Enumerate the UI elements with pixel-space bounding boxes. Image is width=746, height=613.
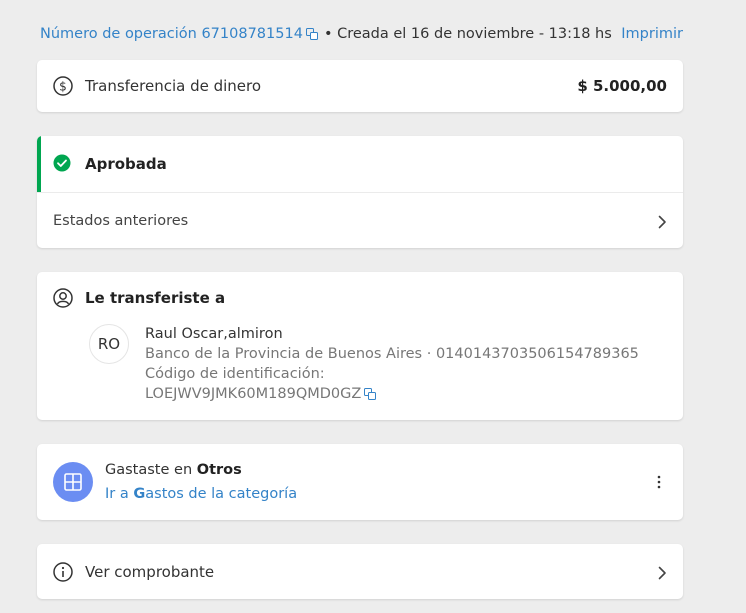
status-current-row: Aprobada <box>37 136 683 192</box>
recipient-id-row: LOEJWV9JMK60M189QMD0GZ <box>145 384 377 404</box>
category-row: Gastaste en Otros Ir a Gastos de la cate… <box>37 444 683 520</box>
chevron-right-icon <box>657 214 667 228</box>
spent-prefix: Gastaste en <box>105 462 197 478</box>
copy-icon[interactable] <box>305 28 318 40</box>
dollar-icon: $ <box>53 76 73 96</box>
spent-category-line: Gastaste en Otros <box>105 458 297 482</box>
previous-states-row[interactable]: Estados anteriores <box>37 193 683 248</box>
link-rest: astos de la categoría <box>145 486 298 502</box>
status-card: Aprobada Estados anteriores <box>37 136 683 248</box>
summary-card: $ Transferencia de dinero $ 5.000,00 <box>37 60 683 112</box>
recipient-id-code: LOEJWV9JMK60M189QMD0GZ <box>145 386 362 402</box>
copy-icon[interactable] <box>364 388 377 400</box>
created-date: • Creada el 16 de noviembre - 13:18 hs <box>323 26 612 42</box>
link-prefix: Ir a <box>105 486 134 502</box>
previous-states-label: Estados anteriores <box>53 212 189 229</box>
operation-header: Número de operación 67108781514 • Creada… <box>40 24 683 44</box>
category-text: Gastaste en Otros Ir a Gastos de la cate… <box>105 458 297 506</box>
recipient-heading: Le transferiste a <box>85 289 226 307</box>
info-icon <box>53 561 73 582</box>
recipient-heading-row: Le transferiste a <box>37 288 683 308</box>
status-label: Aprobada <box>85 155 167 173</box>
svg-text:$: $ <box>59 80 67 94</box>
transaction-amount: $ 5.000,00 <box>577 77 667 95</box>
view-receipt-label: Ver comprobante <box>85 562 215 581</box>
recipient-details: Raul Oscar,almiron Banco de la Provincia… <box>145 324 639 404</box>
category-grid-icon <box>53 462 93 502</box>
operation-detail-page: Número de operación 67108781514 • Creada… <box>0 0 746 613</box>
recipient-id-label: Código de identificación: <box>145 366 325 382</box>
view-receipt-row[interactable]: Ver comprobante <box>37 544 683 599</box>
link-bold-letter: G <box>133 486 146 502</box>
recipient-bank: Banco de la Provincia de Buenos Aires · … <box>145 346 639 362</box>
spent-category: Otros <box>196 462 242 478</box>
user-icon <box>53 288 73 308</box>
receipt-card: Ver comprobante <box>37 544 683 599</box>
category-card: Gastaste en Otros Ir a Gastos de la cate… <box>37 444 683 520</box>
summary-row: $ Transferencia de dinero $ 5.000,00 <box>37 60 683 112</box>
check-circle-icon <box>53 154 73 174</box>
operation-number-link[interactable]: Número de operación 67108781514 <box>40 26 318 42</box>
recipient-name: Raul Oscar,almiron <box>145 326 283 342</box>
operation-number-label: Número de operación 67108781514 <box>40 26 303 42</box>
transaction-type: Transferencia de dinero <box>85 77 262 95</box>
print-button[interactable]: Imprimir <box>621 26 683 42</box>
category-expenses-link[interactable]: Ir a Gastos de la categoría <box>105 482 297 506</box>
more-options-icon[interactable] <box>651 474 667 490</box>
chevron-right-icon <box>657 565 667 579</box>
recipient-card: Le transferiste a RO Raul Oscar,almiron … <box>37 272 683 420</box>
recipient-avatar: RO <box>89 324 129 364</box>
